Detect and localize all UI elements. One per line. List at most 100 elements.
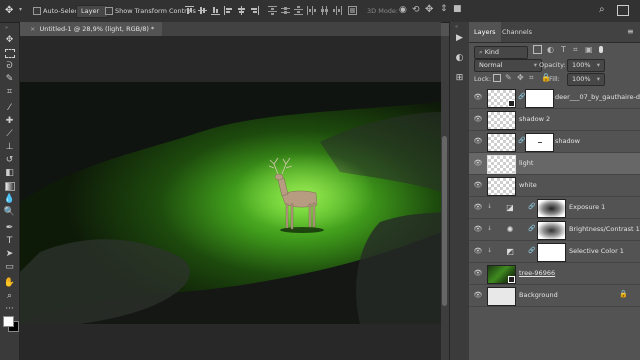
show-transform-checkbox[interactable] [105,7,113,15]
marquee-icon[interactable] [3,47,16,59]
tab-close-icon[interactable]: × [30,25,35,33]
move-tool-preset-icon[interactable]: ✥ [5,5,17,17]
layer-row-brightness-contrast-1[interactable]: 👁 ↓ ✺ 🔗 Brightness/Contrast 1 [469,219,640,241]
eye-icon[interactable]: 👁 [473,225,483,233]
document-canvas[interactable] [20,82,441,324]
toolbox-collapse-icon[interactable]: » [5,25,8,31]
path-select-icon[interactable]: ➤ [3,248,16,260]
vertical-scrollbar-thumb[interactable] [442,136,447,306]
align-bottom-icon[interactable] [211,6,220,15]
layer-row-deer[interactable]: 👁 🔗 deer___07_by_gauthaire-d6... [469,87,640,109]
eraser-icon[interactable]: ◧ [3,167,16,179]
move-icon[interactable]: ✥ [3,34,16,46]
auto-align-layers-icon[interactable] [348,6,357,15]
quick-select-icon[interactable]: ✎ [3,73,16,85]
eye-icon[interactable]: 👁 [473,159,483,167]
canvas-area[interactable] [20,36,441,360]
eye-icon[interactable]: 👁 [473,137,483,145]
history-brush-icon[interactable]: ↺ [3,154,16,166]
type-icon[interactable]: T [3,235,16,247]
tab-channels[interactable]: Channels [497,22,537,42]
tool-preset-dropdown-icon[interactable]: ▾ [19,6,22,13]
distribute-middle-icon[interactable] [320,6,329,15]
layer-row-tree[interactable]: 👁 tree-96966 [469,263,640,285]
layer-row-selective-color-1[interactable]: 👁 ↓ ◩ 🔗 Selective Color 1 [469,241,640,263]
lock-transparent-icon[interactable] [493,74,501,82]
fill-field[interactable]: 100% ▾ [567,73,605,86]
filter-kind-dropdown[interactable]: ⌕ Kind [474,46,528,59]
layer-mask-thumbnail[interactable] [537,199,566,218]
filter-type-icon[interactable]: T [561,45,566,54]
stamp-icon[interactable]: ⊥ [3,141,16,153]
play-action-icon[interactable]: ▶ [454,32,465,43]
auto-select-checkbox[interactable] [33,7,41,15]
distribute-left-icon[interactable] [307,6,316,15]
blend-mode-dropdown[interactable]: Normal ▾ [474,59,542,72]
opacity-field[interactable]: 100% ▾ [567,59,605,72]
layer-mask-thumbnail[interactable] [537,221,566,240]
eye-icon[interactable]: 👁 [473,93,483,101]
dock-collapse-icon[interactable]: « [455,24,458,30]
eye-icon[interactable]: 👁 [473,181,483,189]
lasso-icon[interactable]: ᘐ [3,60,16,72]
zoom-icon[interactable]: ⌕ [3,290,16,302]
dodge-icon[interactable]: 🔍 [3,206,16,218]
lock-position-icon[interactable]: ✥ [517,73,524,82]
auto-select-target-dropdown[interactable]: Layer [76,5,108,18]
3d-orbit-icon[interactable]: ◉ [399,5,407,15]
search-icon[interactable]: ⌕ [599,4,605,15]
filter-pixel-icon[interactable] [533,45,542,54]
eye-icon[interactable]: 👁 [473,269,483,277]
layer-row-exposure-1[interactable]: 👁 ↓ ◪ 🔗 Exposure 1 [469,197,640,219]
brush-icon[interactable]: ⟋ [3,128,16,140]
filter-smart-object-icon[interactable]: ▣ [585,45,593,54]
eyedropper-icon[interactable]: ⁄ [3,102,16,114]
align-right-icon[interactable] [250,6,259,15]
foreground-color-swatch[interactable] [3,316,14,327]
lock-artboard-icon[interactable]: ⌗ [529,73,534,83]
filter-adjustment-icon[interactable]: ◐ [547,45,554,54]
layer-row-background[interactable]: 👁 Background 🔒 [469,285,640,307]
distribute-bottom-icon[interactable] [294,6,303,15]
layer-mask-thumbnail[interactable] [537,243,566,262]
layer-row-light[interactable]: 👁 light [469,153,640,175]
3d-slide-icon[interactable]: ⇕ [440,4,448,14]
3d-scale-icon[interactable]: ■ [453,4,462,14]
lock-pixels-icon[interactable]: ✎ [505,73,512,82]
blur-icon[interactable]: 💧 [3,193,16,205]
layer-row-shadow[interactable]: 👁 🔗 shadow [469,131,640,153]
crop-icon[interactable]: ⌗ [3,86,16,98]
workspace-icon[interactable] [617,5,629,16]
layer-row-white[interactable]: 👁 white [469,175,640,197]
layer-mask-thumbnail[interactable] [525,89,554,108]
align-top-icon[interactable] [185,6,194,15]
distribute-right-icon[interactable] [333,6,342,15]
properties-panel-icon[interactable]: ⊞ [454,72,465,83]
hand-icon[interactable]: ✋ [3,277,16,289]
distribute-center-icon[interactable] [281,6,290,15]
panel-menu-icon[interactable]: ≡ [627,27,634,36]
lock-icon[interactable]: 🔒 [619,290,628,298]
healing-icon[interactable]: ✚ [3,115,16,127]
eye-icon[interactable]: 👁 [473,291,483,299]
gradient-icon[interactable] [3,180,16,192]
layer-row-shadow-2[interactable]: 👁 shadow 2 [469,109,640,131]
vertical-scrollbar[interactable] [441,36,449,360]
eye-icon[interactable]: 👁 [473,247,483,255]
adjustments-panel-icon[interactable]: ◐ [454,52,465,63]
filter-toggle-icon[interactable] [599,46,603,53]
align-left-icon[interactable] [224,6,233,15]
document-tab[interactable]: × Untitled-1 @ 28,9% (light, RGB/8) * [20,22,163,36]
distribute-top-icon[interactable] [268,6,277,15]
align-vertical-center-icon[interactable] [198,6,207,15]
3d-pan-icon[interactable]: ✥ [425,4,433,15]
pen-icon[interactable]: ✒ [3,222,16,234]
tab-layers[interactable]: Layers [469,22,501,42]
align-horizontal-center-icon[interactable] [237,6,246,15]
layer-mask-thumbnail[interactable] [525,133,554,152]
filter-shape-icon[interactable]: ⌗ [573,45,578,55]
more-tools-icon[interactable]: ··· [3,303,16,315]
3d-roll-icon[interactable]: ⟲ [412,5,420,15]
eye-icon[interactable]: 👁 [473,203,483,211]
eye-icon[interactable]: 👁 [473,115,483,123]
